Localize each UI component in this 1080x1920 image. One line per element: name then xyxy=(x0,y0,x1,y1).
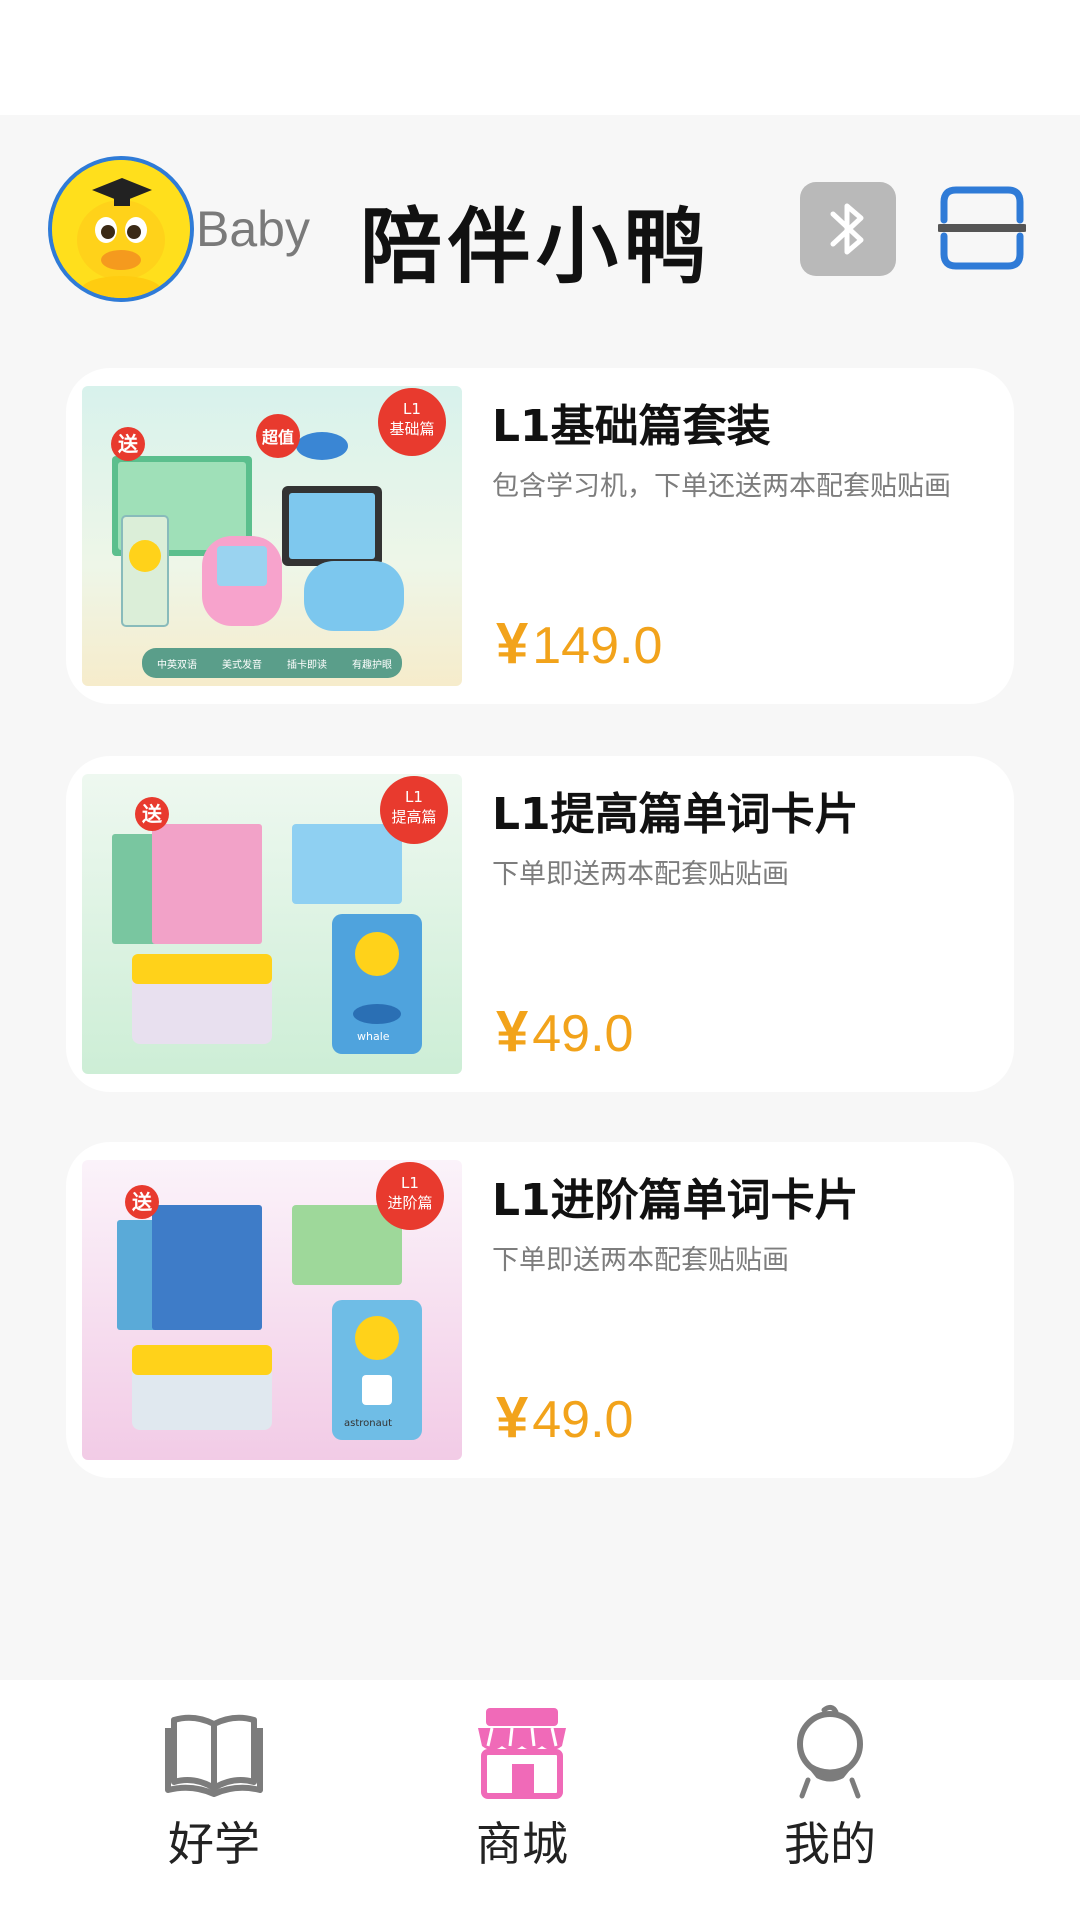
nav-item-study[interactable]: 好学 xyxy=(94,1680,334,1920)
level-badge-text: L1 xyxy=(403,400,421,418)
feature-label: 美式发音 xyxy=(222,658,262,671)
card-word: whale xyxy=(357,1030,390,1043)
shop-icon xyxy=(478,1708,566,1799)
product-card[interactable]: astronaut 送 L1 进阶篇 L1进阶篇单词卡片 下单即送两本配套贴贴画… xyxy=(66,1142,1014,1478)
feature-label: 有趣护眼 xyxy=(352,658,392,671)
product-image: astronaut 送 L1 进阶篇 xyxy=(82,1160,462,1460)
product-price: ¥149.0 xyxy=(496,610,662,677)
product-title: L1提高篇单词卡片 xyxy=(492,789,859,840)
gift-badge-text: 送 xyxy=(142,802,163,826)
product-description: 包含学习机，下单还送两本配套贴贴画 xyxy=(492,471,951,502)
feature-label: 中英双语 xyxy=(157,658,197,671)
card-word: astronaut xyxy=(344,1418,392,1429)
currency-symbol: ¥ xyxy=(496,1385,529,1450)
feature-label: 插卡即读 xyxy=(287,658,327,671)
bluetooth-button[interactable] xyxy=(800,182,896,276)
currency-symbol: ¥ xyxy=(496,611,529,676)
level-badge-text: L1 xyxy=(405,788,423,806)
tier-badge-text: 进阶篇 xyxy=(387,1194,432,1212)
nav-label-shop: 商城 xyxy=(476,1817,568,1871)
app-title: 陪伴小鸭 xyxy=(360,200,713,295)
product-card[interactable]: whale 送 L1 提高篇 L1提高篇单词卡片 下单即送两本配套贴贴画 ¥49… xyxy=(66,756,1014,1092)
product-image: whale 送 L1 提高篇 xyxy=(82,774,462,1074)
scan-button[interactable] xyxy=(936,184,1028,272)
price-amount: 149.0 xyxy=(532,617,663,675)
product-description: 下单即送两本配套贴贴画 xyxy=(492,1245,789,1276)
avatar[interactable] xyxy=(48,156,194,302)
price-amount: 49.0 xyxy=(532,1391,634,1449)
product-card[interactable]: 送 超值 L1 基础篇 中英双语 美式发音 插卡即读 有趣护眼 L1基础篇套装 … xyxy=(66,368,1014,704)
gift-badge-text: 送 xyxy=(118,432,139,456)
gift-badge-text: 送 xyxy=(132,1190,153,1214)
nav-label-study: 好学 xyxy=(168,1817,260,1871)
bluetooth-icon xyxy=(830,203,864,255)
nav-item-shop[interactable]: 商城 xyxy=(402,1680,642,1920)
currency-symbol: ¥ xyxy=(496,999,529,1064)
status-bar xyxy=(0,0,1080,115)
nav-label-mine: 我的 xyxy=(784,1817,876,1871)
value-badge-text: 超值 xyxy=(261,428,294,447)
tier-badge-text: 提高篇 xyxy=(391,808,436,826)
price-amount: 49.0 xyxy=(532,1005,634,1063)
username: Baby xyxy=(196,201,310,257)
scan-icon xyxy=(936,186,1028,270)
level-badge-text: L1 xyxy=(401,1174,419,1192)
tier-badge-text: 基础篇 xyxy=(389,420,434,438)
nav-item-mine[interactable]: 我的 xyxy=(710,1680,950,1920)
product-price: ¥49.0 xyxy=(496,1384,633,1451)
bottom-nav: 好学 商城 我的 xyxy=(0,1680,1080,1920)
product-description: 下单即送两本配套贴贴画 xyxy=(492,859,789,890)
product-title: L1进阶篇单词卡片 xyxy=(492,1175,859,1226)
duck-outline-icon xyxy=(797,1704,863,1799)
book-icon xyxy=(165,1714,263,1797)
product-image: 送 超值 L1 基础篇 中英双语 美式发音 插卡即读 有趣护眼 xyxy=(82,386,462,686)
product-title: L1基础篇套装 xyxy=(492,401,771,452)
product-price: ¥49.0 xyxy=(496,998,633,1065)
